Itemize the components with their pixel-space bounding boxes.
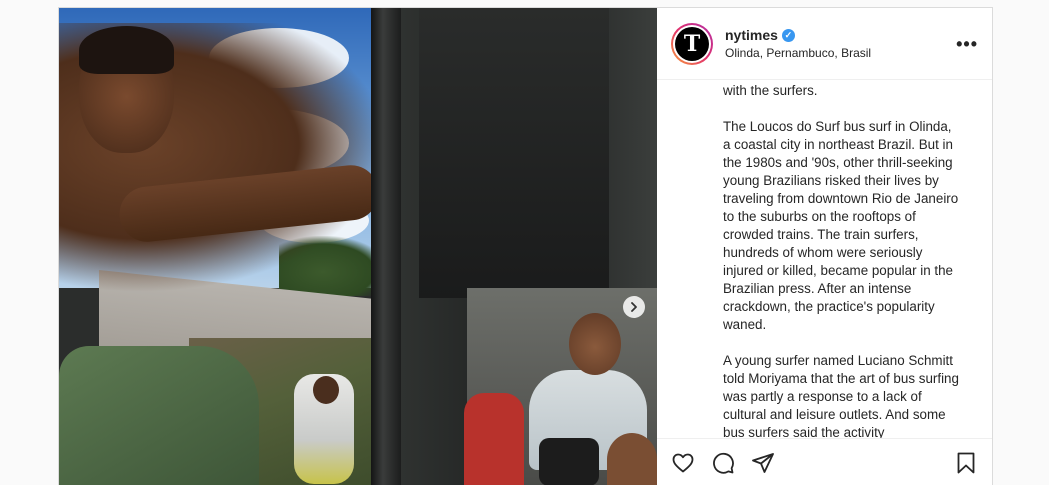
bookmark-icon xyxy=(957,452,975,473)
photo-boy-shorts xyxy=(59,346,259,485)
photo-window-glass xyxy=(419,8,609,298)
caption-paragraph: A young surfer named Luciano Schmitt tol… xyxy=(723,353,959,438)
post-side-panel: T nytimes ✓ Olinda, Pernambuco, Brasil •… xyxy=(657,8,992,485)
photo-bus-pole xyxy=(371,8,401,485)
heart-icon xyxy=(672,453,694,472)
action-bar xyxy=(657,438,992,485)
next-photo-button[interactable] xyxy=(623,296,645,318)
more-options-button[interactable]: ••• xyxy=(956,35,978,53)
chevron-right-icon xyxy=(631,302,637,312)
comment-icon xyxy=(713,452,734,474)
photo-boy-hair xyxy=(79,26,174,74)
verified-badge-icon: ✓ xyxy=(781,28,795,42)
photo-passenger-face xyxy=(607,433,657,485)
photo-second-boy-head xyxy=(313,376,339,404)
avatar-frame: T xyxy=(673,24,711,63)
photo-passenger-red xyxy=(464,393,524,485)
photo-bag xyxy=(539,438,599,485)
location-link[interactable]: Olinda, Pernambuco, Brasil xyxy=(725,46,956,60)
username-row: nytimes ✓ xyxy=(725,27,956,43)
photo-passenger-woman-head xyxy=(569,313,621,375)
comment-button[interactable] xyxy=(711,451,735,475)
like-button[interactable] xyxy=(671,451,695,475)
avatar[interactable]: T xyxy=(671,22,713,65)
caption-body: with the surfers. The Loucos do Surf bus… xyxy=(657,80,992,438)
caption-paragraph: with the surfers. xyxy=(723,83,818,98)
share-button[interactable] xyxy=(751,451,775,475)
header-text: nytimes ✓ Olinda, Pernambuco, Brasil xyxy=(725,27,956,60)
nyt-logo-icon: T xyxy=(675,26,709,61)
username-link[interactable]: nytimes xyxy=(725,27,778,43)
save-button[interactable] xyxy=(954,451,978,475)
paper-plane-icon xyxy=(752,452,774,473)
post-header: T nytimes ✓ Olinda, Pernambuco, Brasil •… xyxy=(657,8,992,80)
caption-paragraph: The Loucos do Surf bus surf in Olinda, a… xyxy=(723,119,959,332)
post-dialog: T nytimes ✓ Olinda, Pernambuco, Brasil •… xyxy=(58,7,993,485)
post-photo[interactable] xyxy=(59,8,657,485)
